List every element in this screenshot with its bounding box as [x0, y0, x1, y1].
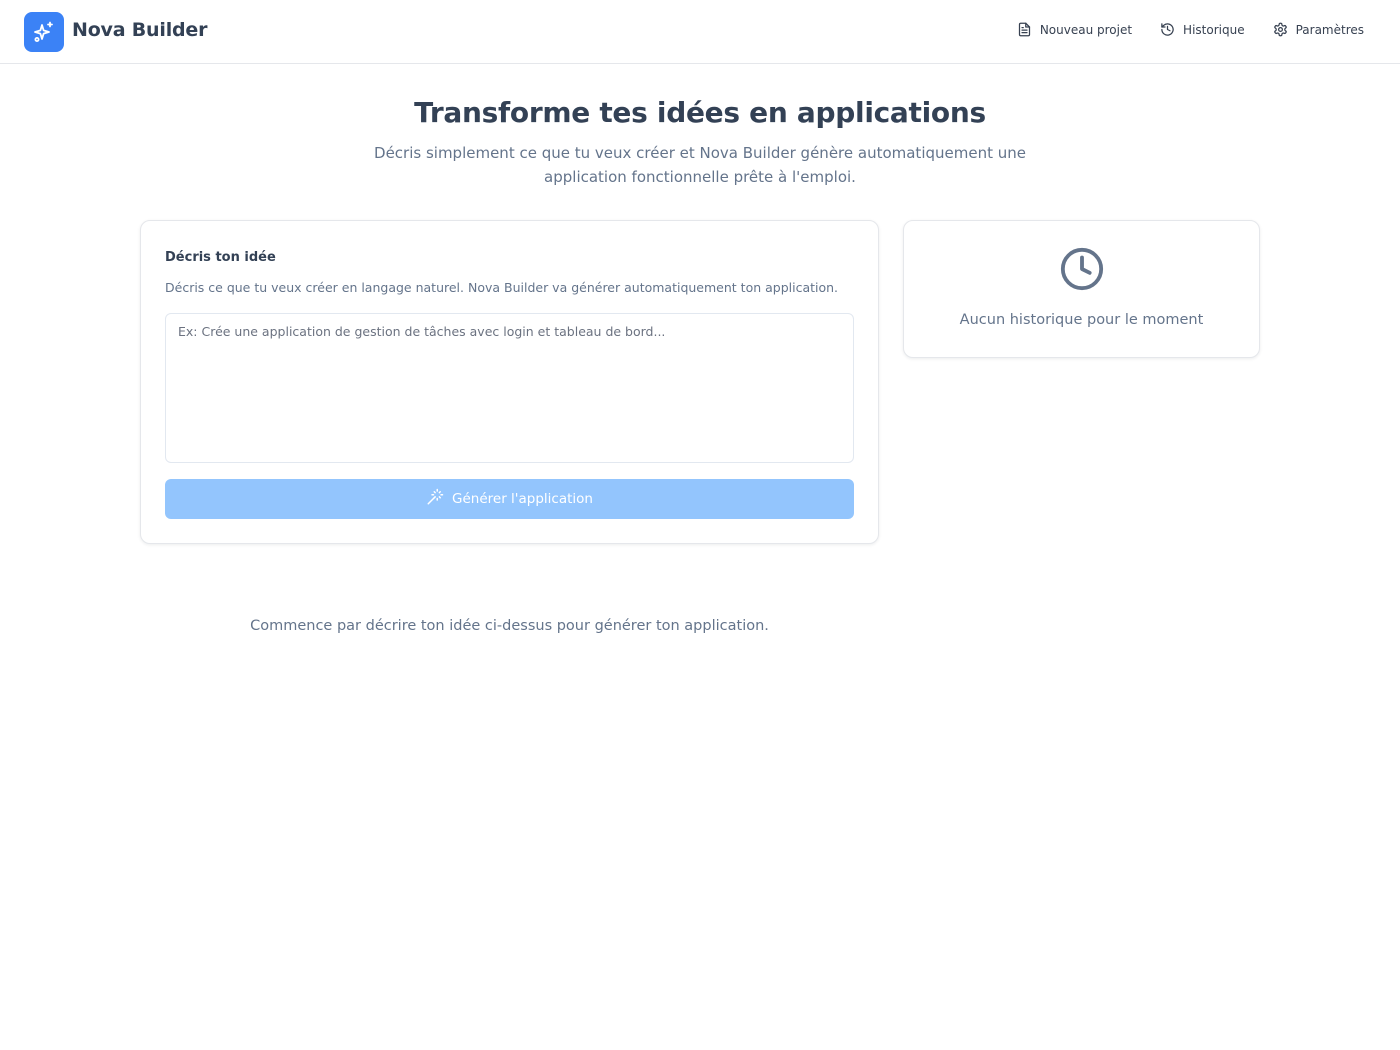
idea-card-title: Décris ton idée — [165, 250, 276, 265]
nav-history[interactable]: Historique — [1160, 22, 1245, 37]
nav-new-project-label: Nouveau projet — [1039, 22, 1133, 37]
idea-card: Décris ton idée Décris ce que tu veux cr… — [140, 220, 879, 544]
generate-button-label: Générer l'application — [452, 491, 593, 507]
generate-button[interactable]: Générer l'application — [165, 479, 854, 519]
gear-icon — [1273, 22, 1288, 37]
idea-input[interactable] — [165, 313, 854, 463]
page-title: Transforme tes idées en applications — [414, 96, 986, 129]
nav-new-project[interactable]: Nouveau projet — [1017, 22, 1132, 37]
history-card: Aucun historique pour le moment — [903, 220, 1260, 358]
clock-icon — [1059, 246, 1105, 296]
history-empty-text: Aucun historique pour le moment — [959, 312, 1204, 328]
top-bar: Nova Builder Nouveau projet Historique P… — [0, 0, 1400, 64]
subtitle-line-1: Décris simplement ce que tu veux créer e… — [374, 144, 1026, 162]
empty-state-hint: Commence par décrire ton idée ci-dessus … — [250, 618, 769, 634]
subtitle-line-2: application fonctionnelle prête à l'empl… — [544, 168, 856, 186]
brand-name[interactable]: Nova Builder — [72, 19, 207, 41]
sparkles-icon[interactable] — [24, 12, 64, 52]
document-icon — [1017, 22, 1032, 37]
history-icon — [1160, 22, 1175, 37]
idea-card-description: Décris ce que tu veux créer en langage n… — [165, 280, 839, 295]
nav-history-label: Historique — [1183, 22, 1245, 37]
top-nav: Nouveau projet Historique Paramètres — [1017, 22, 1364, 37]
nav-settings-label: Paramètres — [1295, 22, 1364, 37]
magic-wand-icon — [426, 488, 444, 510]
page-subtitle: Décris simplement ce que tu veux créer e… — [360, 141, 1040, 189]
nav-settings[interactable]: Paramètres — [1273, 22, 1364, 37]
